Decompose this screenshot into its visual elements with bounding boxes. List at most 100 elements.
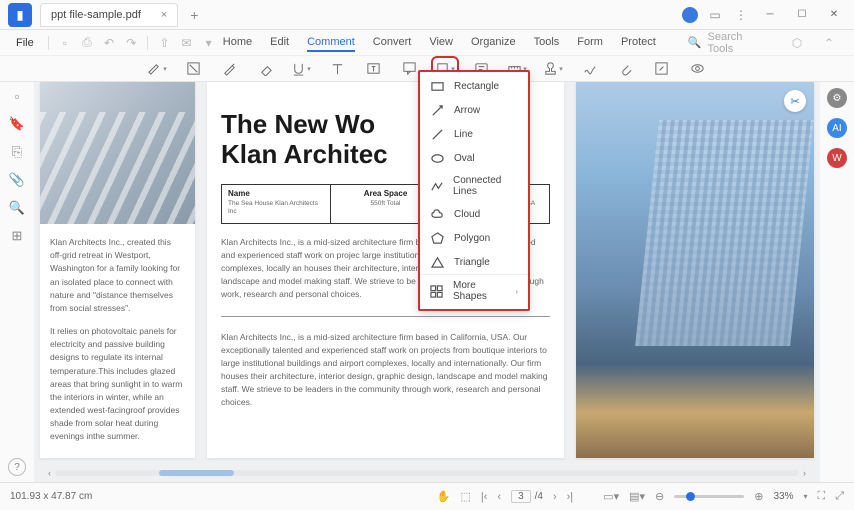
close-window-button[interactable]: ✕ [822, 3, 846, 27]
zoom-level[interactable]: 33% [773, 491, 793, 502]
shape-label: Line [454, 129, 473, 140]
settings-rail-icon[interactable]: ⚙ [827, 88, 847, 108]
search-tools[interactable]: 🔍 Search Tools [688, 31, 764, 55]
scroll-thumb[interactable] [159, 470, 233, 476]
menu-tools[interactable]: Tools [534, 34, 560, 52]
menu-convert[interactable]: Convert [373, 34, 412, 52]
shape-label: Oval [454, 153, 475, 164]
first-page-icon[interactable]: |‹ [481, 491, 488, 503]
table-cell: The Sea House Klan Architects Inc [228, 200, 324, 217]
zoom-slider[interactable] [674, 495, 744, 498]
horizontal-scrollbar[interactable]: ‹ › [48, 468, 806, 478]
page-image-1 [40, 82, 195, 224]
hand-tool-icon[interactable]: ✋ [437, 490, 451, 503]
shape-rectangle[interactable]: Rectangle [420, 74, 528, 98]
pencil-tool[interactable] [219, 60, 239, 78]
zoom-out-icon[interactable]: ⊖ [655, 490, 664, 503]
attachment-tool[interactable] [615, 60, 635, 78]
next-page-icon[interactable]: › [553, 491, 557, 503]
ai-rail-icon[interactable]: AI [827, 118, 847, 138]
scroll-right-icon[interactable]: › [803, 468, 806, 478]
last-page-icon[interactable]: ›| [567, 491, 574, 503]
right-rail: ⚙ AI W [820, 82, 854, 482]
print-icon[interactable]: ⎙ [77, 32, 97, 54]
comments-panel-icon[interactable]: ⎘ [9, 144, 25, 160]
screenshot-badge-icon[interactable]: ✂ [784, 90, 806, 112]
area-highlight-tool[interactable] [183, 60, 203, 78]
menu-form[interactable]: Form [577, 34, 603, 52]
menu-comment[interactable]: Comment [307, 34, 355, 52]
shape-oval[interactable]: Oval [420, 146, 528, 170]
highlight-tool[interactable]: ▾ [147, 60, 167, 78]
prev-page-icon[interactable]: ‹ [497, 491, 501, 503]
fit-page-icon[interactable]: ⛶ [817, 490, 825, 503]
save-icon[interactable]: ▫ [55, 32, 75, 54]
shape-line[interactable]: Line [420, 122, 528, 146]
text-tool[interactable] [327, 60, 347, 78]
document-tab[interactable]: ppt file-sample.pdf × [40, 3, 178, 27]
bookmarks-icon[interactable]: 🔖 [9, 116, 25, 132]
zoom-caret-icon[interactable]: ▾ [803, 492, 807, 501]
scroll-track[interactable] [55, 470, 799, 476]
callout-tool[interactable] [399, 60, 419, 78]
zoom-thumb[interactable] [686, 492, 695, 501]
shape-label: Arrow [454, 105, 480, 116]
menu-protect[interactable]: Protect [621, 34, 656, 52]
close-tab-icon[interactable]: × [161, 9, 167, 21]
shapes-dropdown: Rectangle Arrow Line Oval Connected Line… [418, 70, 530, 311]
page-total: /4 [535, 491, 543, 502]
eraser-tool[interactable] [255, 60, 275, 78]
textbox-tool[interactable] [363, 60, 383, 78]
underline-tool[interactable]: ▾ [291, 60, 311, 78]
maximize-button[interactable]: ☐ [790, 3, 814, 27]
share-icon[interactable]: ⇧ [154, 32, 174, 54]
kebab-icon[interactable]: ⋮ [732, 6, 750, 24]
shape-arrow[interactable]: Arrow [420, 98, 528, 122]
menubar: File ▫ ⎙ ↶ ↷ ⇧ ✉ ▾ Home Edit Comment Con… [0, 30, 854, 56]
shape-label: Rectangle [454, 81, 499, 92]
thumbnails-icon[interactable]: ▫ [9, 88, 25, 104]
user-avatar-icon[interactable] [682, 7, 698, 23]
main-menu: Home Edit Comment Convert View Organize … [223, 34, 656, 52]
scroll-left-icon[interactable]: ‹ [48, 468, 51, 478]
view-mode-icon[interactable]: ▭▾ [603, 490, 619, 503]
search-panel-icon[interactable]: 🔍 [9, 200, 25, 216]
select-tool-icon[interactable]: ⬚ [460, 490, 470, 503]
attachments-panel-icon[interactable]: 📎 [9, 172, 25, 188]
menu-view[interactable]: View [429, 34, 453, 52]
fullscreen-icon[interactable]: ⤢ [835, 490, 844, 503]
window-message-icon[interactable]: ▭ [706, 6, 724, 24]
add-tab-button[interactable]: + [184, 5, 204, 25]
edit-comment-tool[interactable] [651, 60, 671, 78]
redo-icon[interactable]: ↷ [121, 32, 141, 54]
menu-organize[interactable]: Organize [471, 34, 516, 52]
menu-edit[interactable]: Edit [270, 34, 289, 52]
page-indicator: 3 /4 [511, 490, 543, 503]
zoom-in-icon[interactable]: ⊕ [754, 490, 763, 503]
shape-triangle[interactable]: Triangle [420, 250, 528, 274]
cloud-icon[interactable]: ⬡ [786, 32, 808, 54]
menu-home[interactable]: Home [223, 34, 252, 52]
shape-cloud[interactable]: Cloud [420, 202, 528, 226]
file-menu[interactable]: File [8, 37, 42, 49]
convert-rail-icon[interactable]: W [827, 148, 847, 168]
mail-icon[interactable]: ✉ [176, 32, 196, 54]
reading-mode-icon[interactable]: ▤▾ [629, 490, 645, 503]
signature-tool[interactable] [579, 60, 599, 78]
app-icon: ▮ [8, 3, 32, 27]
help-icon[interactable]: ? [8, 458, 26, 476]
page-column-3: ✂ [576, 82, 814, 458]
minimize-button[interactable]: ─ [758, 3, 782, 27]
undo-icon[interactable]: ↶ [99, 32, 119, 54]
collapse-icon[interactable]: ⌃ [818, 32, 840, 54]
dropdown-icon[interactable]: ▾ [199, 32, 219, 54]
search-placeholder: Search Tools [708, 31, 764, 55]
shape-label: Triangle [454, 257, 490, 268]
current-page-input[interactable]: 3 [511, 490, 531, 503]
stamp-tool[interactable]: ▾ [543, 60, 563, 78]
shape-polygon[interactable]: Polygon [420, 226, 528, 250]
shape-connected-lines[interactable]: Connected Lines [420, 170, 528, 202]
shape-more[interactable]: More Shapes › [420, 274, 528, 307]
fields-panel-icon[interactable]: ⊞ [9, 228, 25, 244]
hide-comments-tool[interactable] [687, 60, 707, 78]
